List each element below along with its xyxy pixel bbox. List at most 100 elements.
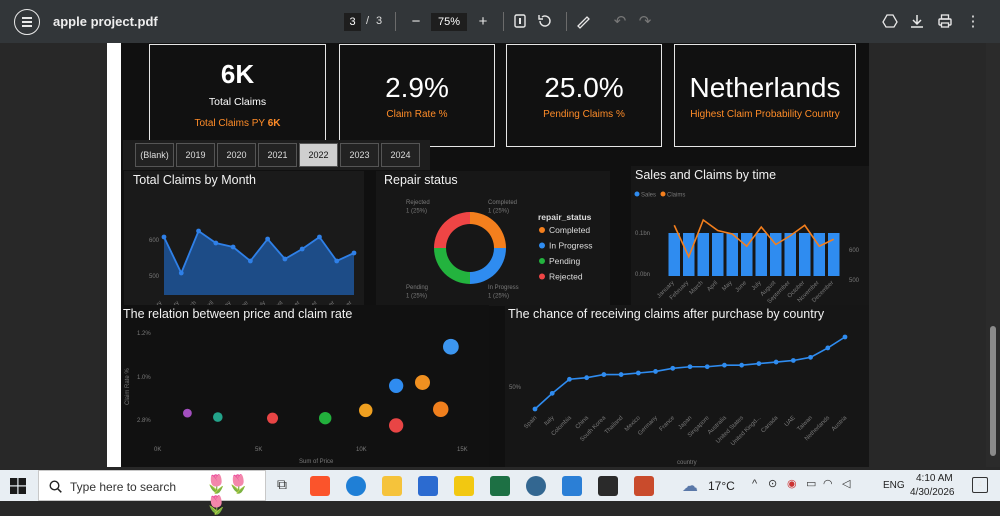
chart-country-chance: 50%Spain ItalyColombia ChinaSouth KoreaTha… [509, 334, 849, 466]
slicer-option-2020[interactable]: 2020 [217, 143, 256, 167]
wifi-icon[interactable]: ◠ [823, 477, 833, 490]
data-point [842, 334, 848, 340]
slicer-option-2023[interactable]: 2023 [340, 143, 379, 167]
zoom-level-input[interactable]: 75% [431, 13, 467, 31]
kpi-card-total-claims: 6K Total Claims Total Claims PY 6K [149, 44, 326, 147]
slicer-option-2022[interactable]: 2022 [299, 143, 338, 167]
power-bi-icon[interactable] [454, 476, 474, 496]
data-point [704, 364, 710, 370]
kpi-value: 6K [220, 59, 255, 89]
task-view-icon[interactable]: ⧉ [272, 476, 292, 496]
x-tick-label: France [659, 415, 677, 433]
chart-price-vs-claim: 1.2% 1.0% 2.8% 0K 5K 10K 15K Sum of Price Claim … [125, 331, 468, 465]
sales-bar [784, 233, 796, 276]
show-hidden-icons[interactable]: ^ [752, 478, 757, 490]
undo-icon[interactable]: ↶ [610, 11, 630, 31]
clock-date[interactable]: 4/30/2026 [910, 487, 955, 498]
vscode-icon[interactable] [562, 476, 582, 496]
windows-taskbar: Type here to search 🌷🌷🌷 ⧉ ☁ 17°C ^ ⊙ ◉ ▭… [0, 470, 1000, 515]
data-point [265, 236, 271, 242]
data-point [196, 228, 201, 234]
more-options-icon[interactable]: ⋮ [963, 11, 983, 31]
pie-slice [434, 212, 470, 248]
legend-marker [660, 191, 666, 197]
tray-icon[interactable]: ◉ [787, 477, 797, 490]
search-icon [49, 480, 62, 493]
y-tick-label-left: 0.0bn [635, 272, 650, 278]
sales-bar [726, 233, 738, 276]
language-indicator[interactable]: ENG [883, 480, 905, 491]
legend-label: Completed [549, 225, 590, 235]
file-explorer-icon[interactable] [382, 476, 402, 496]
slicer-option-2019[interactable]: 2019 [176, 143, 215, 167]
fit-page-icon[interactable] [510, 11, 530, 31]
kpi-value: Netherlands [689, 72, 841, 103]
network-icon[interactable]: ▭ [806, 477, 816, 490]
search-placeholder: Type here to search [70, 480, 177, 494]
brave-browser-icon[interactable] [310, 476, 330, 496]
draw-icon[interactable] [574, 11, 594, 31]
kpi-card-top-country: Netherlands Highest Claim Probability Co… [674, 44, 856, 147]
year-slicer: (Blank) 2019 2020 2021 2022 2023 2024 [135, 143, 420, 169]
legend-title: repair_status [538, 212, 592, 222]
scrollbar-thumb[interactable] [990, 326, 996, 456]
data-point [532, 406, 538, 412]
notification-center-icon[interactable]: 4 [972, 477, 988, 493]
data-point [635, 370, 641, 376]
download-icon[interactable] [907, 11, 927, 31]
slicer-option-2024[interactable]: 2024 [381, 143, 420, 167]
rotate-icon[interactable] [535, 11, 555, 31]
panel-repair-status: Completed 1 (25%) In Progress 1 (25%) Pendin… [376, 171, 610, 306]
volume-icon[interactable]: ◁ [842, 477, 850, 490]
excel-icon[interactable] [490, 476, 510, 496]
weather-temp[interactable]: 17°C [708, 479, 735, 493]
pie-slice [434, 248, 470, 284]
data-point [299, 246, 305, 252]
app-icon[interactable] [634, 476, 654, 496]
tray-icon[interactable]: ⊙ [768, 477, 777, 490]
legend-label: Claims [667, 193, 685, 199]
app-icon[interactable] [598, 476, 618, 496]
panel-sales-claims: SalesClaims0.1bn0.0bn600500400JanuaryFeb… [631, 166, 869, 313]
slicer-option-blank[interactable]: (Blank) [135, 143, 174, 167]
postgresql-icon[interactable] [526, 476, 546, 496]
legend-marker [634, 191, 640, 197]
y-tick-label: 500 [149, 274, 160, 280]
x-tick-label: Japan [678, 415, 694, 431]
panel-price-vs-claim: 1.2% 1.0% 2.8% 0K 5K 10K 15K Sum of Price Claim … [121, 305, 489, 467]
kpi-label: Claim Rate % [386, 109, 448, 120]
scatter-point [415, 374, 430, 390]
kpi-card-claim-rate: 2.9% Claim Rate % [339, 44, 495, 147]
series-line [534, 336, 846, 410]
data-point [687, 364, 693, 370]
store-icon[interactable] [418, 476, 438, 496]
x-tick-label: Spain [523, 415, 538, 430]
print-icon[interactable] [935, 11, 955, 31]
edge-browser-icon[interactable] [346, 476, 366, 496]
panel-country-chance: 50% Spain Italy Colombia China South Korea Tha… [505, 305, 869, 467]
kpi-value: 2.9% [385, 72, 449, 103]
data-label: Rejected [406, 200, 430, 206]
chart-title: The relation between price and claim rat… [123, 307, 353, 321]
x-tick-label: Italy [544, 415, 556, 427]
redo-icon[interactable]: ↷ [635, 11, 655, 31]
y-tick-label: 1.2% [137, 331, 151, 337]
save-to-drive-icon[interactable] [880, 11, 900, 31]
pdf-page: 6K Total Claims Total Claims PY 6K 2.9% … [107, 43, 869, 467]
tulips-icon: 🌷🌷🌷 [205, 474, 250, 515]
main-menu-button[interactable] [14, 9, 40, 35]
y-axis-label: Claim Rate % [125, 368, 131, 405]
x-tick-label: June [735, 280, 749, 294]
data-point [178, 270, 184, 276]
zoom-out-icon[interactable]: − [406, 11, 426, 31]
slicer-option-2021[interactable]: 2021 [258, 143, 297, 167]
legend-marker [539, 258, 545, 264]
taskbar-search-box[interactable]: Type here to search 🌷🌷🌷 [38, 470, 266, 515]
data-point [213, 240, 219, 246]
zoom-in-icon[interactable]: + [473, 11, 493, 31]
legend-label: Sales [641, 193, 656, 199]
clock-time[interactable]: 4:10 AM [916, 473, 953, 484]
pdf-toolbar: apple project.pdf 3 / 3 − 75% + ↶ ↷ ⋮ [0, 0, 1000, 43]
page-number-input[interactable]: 3 [344, 13, 361, 31]
windows-start-icon[interactable] [10, 478, 26, 499]
